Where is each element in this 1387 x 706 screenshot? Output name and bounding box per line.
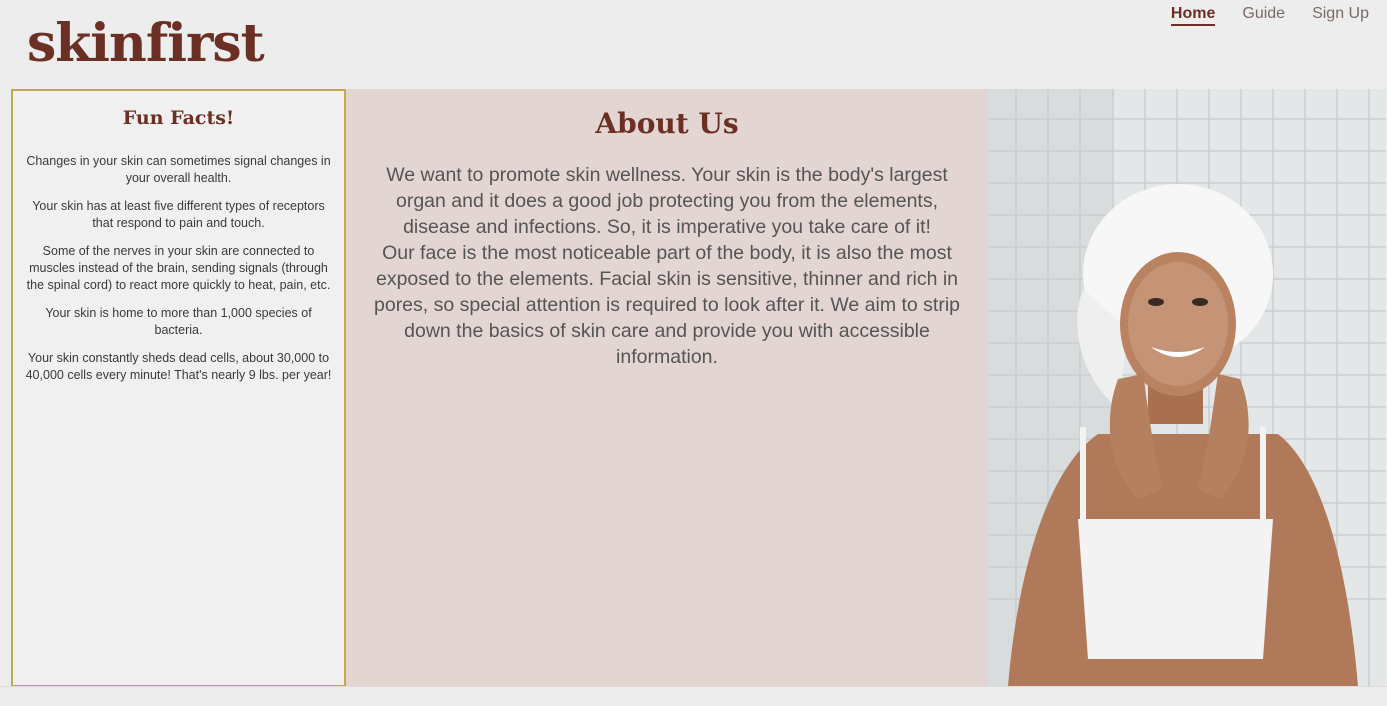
nav-guide-link[interactable]: Guide (1242, 5, 1285, 26)
fun-fact-item: Some of the nerves in your skin are conn… (26, 244, 331, 292)
fun-facts-title: Fun Facts! (122, 107, 235, 129)
about-title: About Us (595, 107, 739, 140)
nav-home-link[interactable]: Home (1170, 5, 1216, 26)
about-paragraph-1: We want to promote skin wellness. Your s… (386, 164, 948, 238)
about-section: About Us We want to promote skin wellnes… (346, 89, 988, 686)
fun-fact-item: Changes in your skin can sometimes signa… (26, 154, 331, 185)
nav-signup-link[interactable]: Sign Up (1312, 5, 1369, 26)
fun-facts-panel: Fun Facts! Changes in your skin can some… (11, 89, 346, 687)
fun-fact-item: Your skin has at least five different ty… (32, 199, 325, 230)
footer-bar (0, 686, 1387, 706)
about-paragraph-2: Our face is the most noticeable part of … (374, 242, 960, 368)
site-header: skinfirst Home Guide Sign Up (0, 0, 1387, 88)
about-text: We want to promote skin wellness. Your s… (364, 162, 970, 370)
site-logo[interactable]: skinfirst (27, 18, 265, 70)
hero-photo (988, 89, 1386, 686)
main-nav: Home Guide Sign Up (1170, 5, 1369, 26)
fun-fact-item: Your skin constantly sheds dead cells, a… (25, 351, 332, 382)
fun-fact-item: Your skin is home to more than 1,000 spe… (45, 306, 312, 337)
